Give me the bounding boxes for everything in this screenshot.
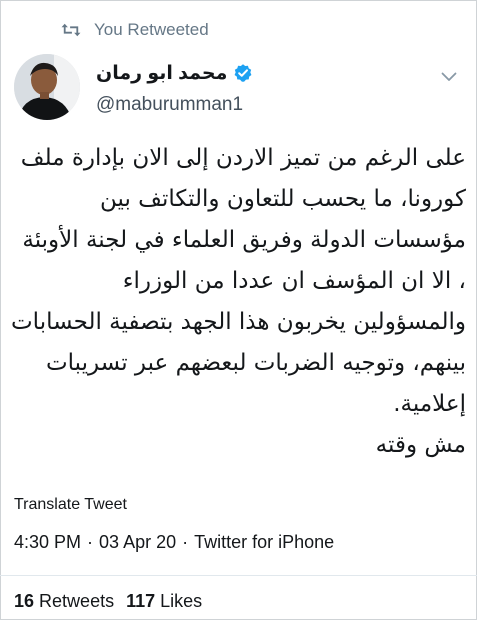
author-block: محمد ابو رمان @maburumman1 — [96, 58, 436, 116]
likes-count: 117 — [126, 591, 156, 611]
meta-separator: · — [182, 532, 189, 552]
retweet-icon — [61, 23, 81, 37]
tweet-body: على الرغم من تميز الاردن إلى الان بإدارة… — [11, 145, 466, 458]
retweets-label: Retweets — [39, 591, 115, 611]
retweets-count: 16 — [14, 591, 35, 611]
tweet-text: على الرغم من تميز الاردن إلى الان بإدارة… — [10, 138, 466, 466]
avatar[interactable] — [14, 54, 80, 120]
divider — [0, 575, 477, 576]
likes-stat[interactable]: 117 Likes — [126, 591, 202, 611]
translate-tweet-link[interactable]: Translate Tweet — [14, 496, 127, 514]
likes-label: Likes — [160, 591, 203, 611]
retweet-label: You Retweeted — [94, 20, 209, 39]
author-handle[interactable]: @maburumman1 — [96, 94, 436, 116]
author-name[interactable]: محمد ابو رمان — [96, 62, 227, 85]
verified-badge-icon — [234, 64, 252, 82]
tweet-time[interactable]: 4:30 PM — [14, 532, 81, 552]
tweet-source[interactable]: Twitter for iPhone — [194, 532, 334, 552]
avatar-photo — [14, 54, 80, 120]
chevron-down-icon[interactable] — [438, 66, 460, 88]
tweet-metadata: 4:30 PM · 03 Apr 20 · Twitter for iPhone — [14, 532, 334, 553]
tweet-date[interactable]: 03 Apr 20 — [99, 532, 176, 552]
retweet-context: You Retweeted — [60, 16, 209, 44]
author-name-row[interactable]: محمد ابو رمان — [96, 58, 436, 88]
meta-separator: · — [87, 532, 94, 552]
retweets-stat[interactable]: 16 Retweets — [14, 591, 114, 611]
tweet-stats: 16 Retweets 117 Likes — [14, 591, 202, 612]
